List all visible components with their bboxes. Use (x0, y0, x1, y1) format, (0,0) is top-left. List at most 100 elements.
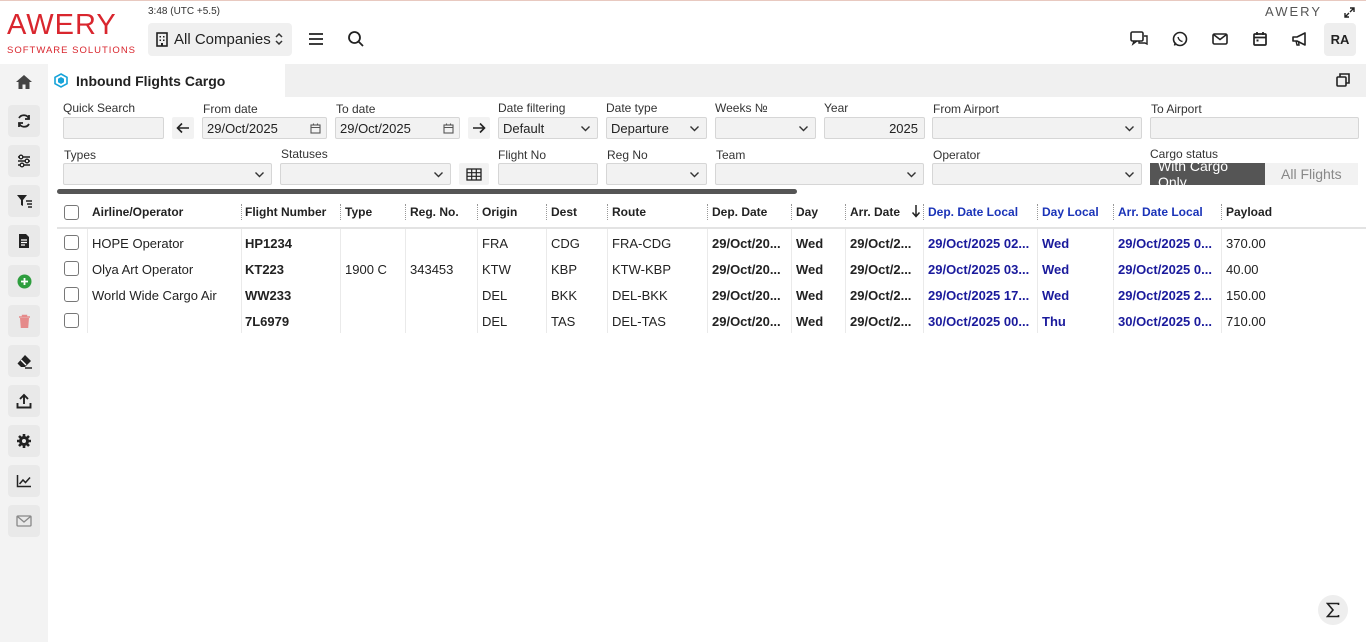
search-icon[interactable] (346, 29, 366, 49)
operator-select[interactable] (932, 163, 1142, 185)
column-separator[interactable] (405, 204, 406, 220)
whatsapp-icon[interactable] (1170, 29, 1190, 49)
table-row[interactable]: Olya Art Operator KT223 1900 C 343453 KT… (57, 256, 1366, 282)
expand-icon[interactable] (1344, 7, 1355, 18)
team-label: Team (716, 148, 746, 162)
row-checkbox[interactable] (64, 261, 79, 276)
awery-logo[interactable]: AWERY (7, 9, 117, 42)
row-checkbox[interactable] (64, 287, 79, 302)
document-button[interactable] (8, 225, 40, 257)
grid-view-button[interactable] (459, 163, 489, 185)
company-selector[interactable]: All Companies (148, 23, 292, 56)
column-separator[interactable] (923, 204, 924, 220)
col-airline-operator[interactable]: Airline/Operator (92, 205, 183, 219)
col-day-local[interactable]: Day Local (1042, 205, 1099, 219)
window-restore-icon[interactable] (1336, 73, 1350, 87)
tab-inbound-flights-cargo[interactable]: Inbound Flights Cargo (48, 64, 285, 97)
col-dep-date-local[interactable]: Dep. Date Local (928, 205, 1018, 219)
from-airport-select[interactable] (932, 117, 1142, 139)
col-dep-date[interactable]: Dep. Date (712, 205, 767, 219)
sliders-button[interactable] (8, 145, 40, 177)
to-airport-input[interactable] (1150, 117, 1359, 139)
cell-day: Wed (796, 262, 824, 277)
prev-date-button[interactable] (172, 117, 194, 139)
column-separator[interactable] (1221, 204, 1222, 220)
mail-icon[interactable] (1210, 29, 1230, 49)
sort-down-icon[interactable] (911, 204, 921, 218)
cell-origin: DEL (482, 314, 508, 329)
column-separator[interactable] (707, 204, 708, 220)
date-filtering-select[interactable]: Default (498, 117, 598, 139)
column-separator[interactable] (845, 204, 846, 220)
col-payload[interactable]: Payload (1226, 205, 1272, 219)
col-origin[interactable]: Origin (482, 205, 517, 219)
refresh-button[interactable] (8, 105, 40, 137)
cell-day-local: Wed (1042, 236, 1070, 251)
table-row[interactable]: HOPE Operator HP1234 FRA CDG FRA-CDG 29/… (57, 230, 1366, 256)
home-button[interactable] (8, 66, 40, 98)
table-row[interactable]: World Wide Cargo Air WW233 DEL BKK DEL-B… (57, 282, 1366, 308)
col-reg-no[interactable]: Reg. No. (410, 205, 459, 219)
cell-payload: 710.00 (1226, 314, 1266, 329)
eraser-button[interactable] (8, 345, 40, 377)
col-flight-number[interactable]: Flight Number (245, 205, 326, 219)
row-checkbox[interactable] (64, 235, 79, 250)
column-separator[interactable] (546, 204, 547, 220)
column-separator[interactable] (607, 204, 608, 220)
column-separator[interactable] (477, 204, 478, 220)
column-separator[interactable] (241, 204, 242, 220)
select-all-checkbox[interactable] (64, 205, 79, 220)
add-button[interactable] (8, 265, 40, 297)
col-day[interactable]: Day (796, 205, 818, 219)
col-type[interactable]: Type (345, 205, 372, 219)
chart-button[interactable] (8, 465, 40, 497)
chat-icon[interactable] (1129, 29, 1149, 49)
column-separator[interactable] (1037, 204, 1038, 220)
col-arr-date[interactable]: Arr. Date (850, 205, 900, 219)
horizontal-scrollbar[interactable] (57, 189, 797, 194)
column-separator[interactable] (340, 204, 341, 220)
sum-totals-button[interactable] (1318, 595, 1348, 625)
year-label: Year (824, 101, 849, 115)
upload-button[interactable] (8, 385, 40, 417)
calendar-icon[interactable] (1250, 29, 1270, 49)
table-row[interactable]: 7L6979 DEL TAS DEL-TAS 29/Oct/20... Wed … (57, 308, 1366, 334)
types-select[interactable] (63, 163, 272, 185)
avatar[interactable]: RA (1324, 23, 1356, 56)
cell-arr-date-local: 29/Oct/2025 0... (1118, 262, 1212, 277)
col-dest[interactable]: Dest (551, 205, 577, 219)
with-cargo-only-option[interactable]: With Cargo Only (1150, 158, 1265, 190)
year-input[interactable]: 2025 (824, 117, 925, 139)
col-route[interactable]: Route (612, 205, 646, 219)
next-date-button[interactable] (468, 117, 490, 139)
calendar-icon[interactable] (310, 123, 321, 134)
mail-button[interactable] (8, 505, 40, 537)
cell-flight: HP1234 (245, 236, 292, 251)
calendar-icon[interactable] (443, 123, 454, 134)
cell-airline: HOPE Operator (92, 236, 184, 251)
column-separator[interactable] (1113, 204, 1114, 220)
all-flights-option[interactable]: All Flights (1265, 163, 1358, 185)
col-arr-date-local[interactable]: Arr. Date Local (1118, 205, 1203, 219)
statuses-select[interactable] (280, 163, 451, 185)
team-select[interactable] (715, 163, 924, 185)
reg-no-select[interactable] (606, 163, 707, 185)
column-separator[interactable] (791, 204, 792, 220)
home-icon (16, 75, 32, 89)
plus-circle-icon (17, 274, 31, 288)
cell-route: FRA-CDG (612, 236, 672, 251)
from-date-field[interactable]: 29/Oct/2025 (202, 117, 327, 139)
cell-origin: KTW (482, 262, 511, 277)
megaphone-icon[interactable] (1290, 29, 1310, 49)
date-type-select[interactable]: Departure (606, 117, 707, 139)
row-checkbox[interactable] (64, 313, 79, 328)
menu-icon[interactable] (306, 29, 326, 49)
quick-search-input[interactable] (63, 117, 164, 139)
to-date-field[interactable]: 29/Oct/2025 (335, 117, 460, 139)
delete-button[interactable] (8, 305, 40, 337)
settings-button[interactable] (8, 425, 40, 457)
filter-list-button[interactable] (8, 185, 40, 217)
cell-day-local: Wed (1042, 262, 1070, 277)
weeks-select[interactable] (715, 117, 816, 139)
flight-no-input[interactable] (498, 163, 598, 185)
